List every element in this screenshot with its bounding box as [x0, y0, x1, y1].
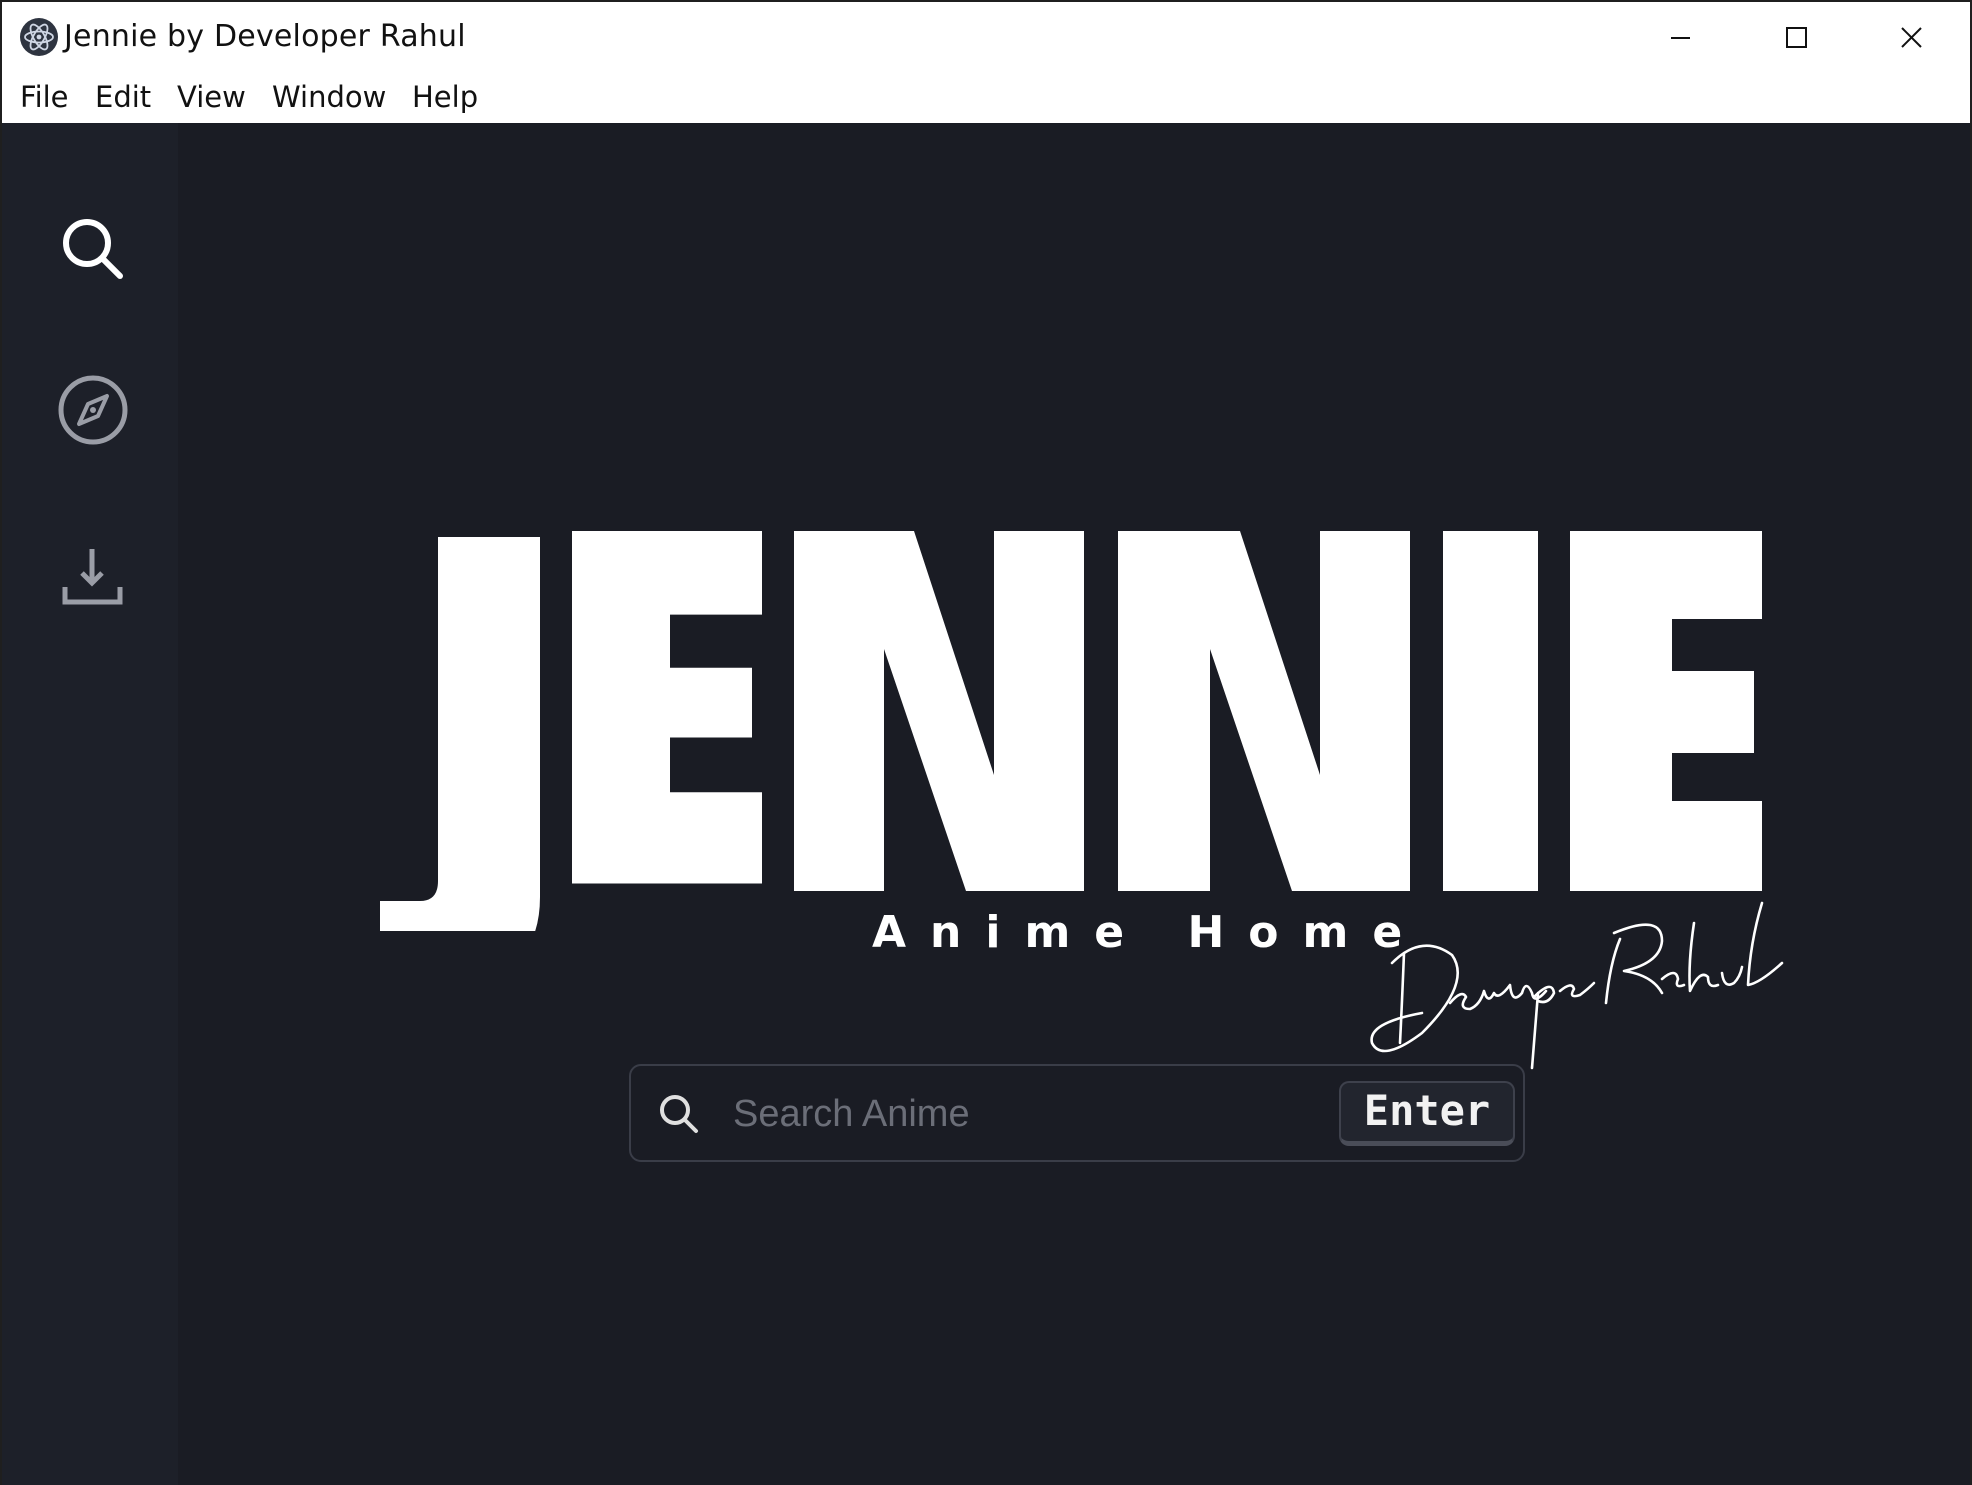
search-icon [63, 219, 123, 279]
sidebar-item-search[interactable] [40, 195, 140, 295]
sidebar [2, 123, 178, 1485]
minimize-button[interactable] [1622, 2, 1738, 74]
app-icon [20, 18, 58, 56]
minimize-icon [1671, 37, 1690, 39]
sidebar-item-explore[interactable] [40, 360, 140, 460]
main-content: Anime Home Search Anime Enter [2, 123, 1970, 1485]
window-title: Jennie by Developer Rahul [64, 19, 466, 54]
jennie-logo [380, 531, 1762, 931]
search-field-icon [656, 1091, 702, 1137]
enter-button[interactable]: Enter [1339, 1081, 1515, 1146]
search-icon [660, 1095, 698, 1133]
app-window: Jennie by Developer Rahul File Edit View… [0, 0, 1972, 1485]
developer-signature [1370, 901, 1784, 1070]
close-icon [1901, 27, 1922, 48]
logo-subtitle: Anime Home [872, 907, 1427, 958]
search-input[interactable] [731, 1084, 1295, 1144]
menu-window[interactable]: Window [272, 80, 386, 114]
download-icon [62, 549, 123, 605]
close-button[interactable] [1854, 2, 1970, 74]
maximize-button[interactable] [1738, 2, 1854, 74]
menu-bar: File Edit View Window Help [2, 74, 1970, 123]
menu-help[interactable]: Help [412, 80, 478, 114]
menu-view[interactable]: View [177, 80, 246, 114]
title-bar[interactable]: Jennie by Developer Rahul [2, 2, 1970, 74]
menu-edit[interactable]: Edit [95, 80, 151, 114]
sidebar-item-downloads[interactable] [40, 525, 140, 625]
maximize-icon [1786, 27, 1807, 48]
menu-file[interactable]: File [20, 80, 69, 114]
compass-icon [58, 375, 128, 445]
search-bar: Enter [629, 1064, 1525, 1162]
